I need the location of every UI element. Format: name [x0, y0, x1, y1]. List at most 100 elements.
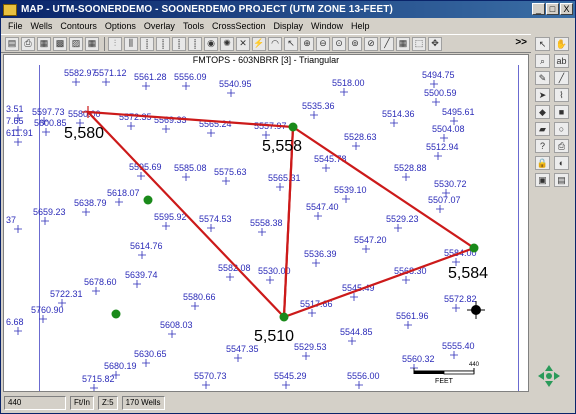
pointer-icon[interactable]: ↖ [284, 36, 298, 51]
well-marker-cross [266, 276, 274, 284]
toolbar-overflow-button[interactable]: >> [515, 37, 527, 48]
map-canvas[interactable]: FMTOPS - 603NBRR [3] - Triangular 5582.9… [3, 54, 529, 392]
lock-tool-icon[interactable]: 🔒 [535, 156, 550, 170]
palette-tool-icon[interactable]: ◐ [554, 156, 569, 170]
producing-well-marker[interactable] [111, 309, 121, 319]
menu-window[interactable]: Window [307, 21, 347, 31]
well-value: 5528.88 [394, 163, 427, 181]
well-value: 5555.40 [442, 341, 475, 359]
producing-well-marker[interactable] [288, 122, 298, 132]
pan-icon[interactable]: ✥ [428, 36, 442, 51]
section-icon[interactable]: ⫼ [124, 36, 138, 51]
status-bar: 440 Ft/In Z:5 170 Wells [1, 393, 575, 413]
minimize-button[interactable]: _ [532, 3, 545, 15]
line-tool-icon[interactable]: ╱ [554, 71, 569, 85]
svg-text:5565.31: 5565.31 [268, 173, 301, 183]
hand-tool-icon[interactable]: ✋ [554, 37, 569, 51]
svg-text:5600.85: 5600.85 [34, 118, 67, 128]
close-button[interactable]: X [560, 3, 573, 15]
well-marker-cross [14, 327, 22, 335]
square-tool-icon[interactable]: ■ [554, 105, 569, 119]
well-value: 5514.36 [382, 109, 415, 127]
grid-icon[interactable]: ▦ [85, 36, 99, 51]
menu-display[interactable]: Display [269, 21, 307, 31]
polyline-tool-icon[interactable]: ⌇ [554, 88, 569, 102]
layers-tool-icon[interactable]: ▤ [554, 173, 569, 187]
svg-text:5595.92: 5595.92 [154, 212, 187, 222]
well-value: 5512.94 [426, 142, 459, 160]
menu-overlay[interactable]: Overlay [140, 21, 179, 31]
zoom-previous-icon[interactable]: ⊘ [364, 36, 378, 51]
well-marker-cross [182, 82, 190, 90]
well-value: 5547.20 [354, 235, 387, 253]
well-a-icon[interactable]: ⸽ [140, 36, 154, 51]
well-marker-cross [282, 381, 290, 389]
well-marker-cross [82, 208, 90, 216]
pencil-tool-icon[interactable]: ✎ [535, 71, 550, 85]
svg-text:5518.00: 5518.00 [332, 78, 365, 88]
contour-value-label: 5,510 [254, 328, 294, 345]
status-well-count: 170 Wells [121, 396, 165, 410]
well-marker-cross [402, 173, 410, 181]
menu-file[interactable]: File [4, 21, 27, 31]
color-wheel-icon[interactable]: ✺ [220, 36, 234, 51]
scale-bar-value: 440 [469, 362, 480, 368]
well-marker-cross [207, 224, 215, 232]
print-icon[interactable]: ⎙ [21, 36, 35, 51]
map-svg[interactable]: 5582.975571.12 5561.28 5556.09 5540.95 5518.… [4, 55, 528, 391]
zoom-window-icon[interactable]: ⊙ [332, 36, 346, 51]
well-d-icon[interactable]: ⸽ [188, 36, 202, 51]
maximize-button[interactable]: □ [546, 3, 559, 15]
new-map-icon[interactable]: ▤ [5, 36, 19, 51]
producing-well-marker[interactable] [469, 243, 479, 253]
navigation-icon[interactable] [537, 364, 561, 388]
cd-icon[interactable]: ◉ [204, 36, 218, 51]
zoom-out-icon[interactable]: ⊖ [316, 36, 330, 51]
well-value: 5614.76 [130, 241, 163, 259]
well-value: 5495.61 [442, 107, 475, 125]
zoom-tool-icon[interactable]: ⌕ [535, 54, 550, 68]
status-units: Ft/In [70, 396, 95, 410]
menu-contours[interactable]: Contours [56, 21, 101, 31]
help-tool-icon[interactable]: ? [535, 139, 550, 153]
circle-tool-icon[interactable]: ○ [554, 122, 569, 136]
color-grid-icon[interactable]: ▩ [53, 36, 67, 51]
arrow-right-tool-icon[interactable]: ➤ [535, 88, 550, 102]
marker-tool-icon[interactable]: ◆ [535, 105, 550, 119]
well-value: 5507.07 [428, 195, 461, 213]
zoom-in-icon[interactable]: ⊕ [300, 36, 314, 51]
abc-tool-icon[interactable]: ab [554, 54, 569, 68]
select-box-icon[interactable]: ⬚ [412, 36, 426, 51]
menu-options[interactable]: Options [101, 21, 140, 31]
arrow-tool-icon[interactable]: ↖ [535, 37, 550, 51]
well-marker-cross [138, 251, 146, 259]
zoom-extents-icon[interactable]: ⊚ [348, 36, 362, 51]
fault-icon[interactable]: ⚡ [252, 36, 266, 51]
well-b-icon[interactable]: ⸽ [156, 36, 170, 51]
cross-tool-icon[interactable]: ✕ [236, 36, 250, 51]
producing-well-marker[interactable] [279, 312, 289, 322]
menu-help[interactable]: Help [347, 21, 374, 31]
fill-tool-icon[interactable]: ▰ [535, 122, 550, 136]
open-tool-icon[interactable]: ▣ [535, 173, 550, 187]
menu-wells[interactable]: Wells [27, 21, 57, 31]
status-coordinate: 440 [4, 396, 66, 410]
hatch-icon[interactable]: ▨ [69, 36, 83, 51]
svg-text:37: 37 [6, 215, 16, 225]
well-marker-cross [402, 276, 410, 284]
lasso-icon[interactable]: ◠ [268, 36, 282, 51]
svg-text:7.65: 7.65 [6, 116, 24, 126]
producing-well-marker[interactable] [143, 195, 153, 205]
well-log-icon[interactable]: ⫶ [108, 36, 122, 51]
well-value: 37 [6, 215, 22, 233]
ruler-icon[interactable]: ╱ [380, 36, 394, 51]
printer-tool-icon[interactable]: ⎙ [554, 139, 569, 153]
well-marker-cross [434, 152, 442, 160]
well-c-icon[interactable]: ⸽ [172, 36, 186, 51]
svg-text:5495.61: 5495.61 [442, 107, 475, 117]
menu-tools[interactable]: Tools [179, 21, 208, 31]
table-icon[interactable]: ▦ [396, 36, 410, 51]
menu-crosssection[interactable]: CrossSection [208, 21, 270, 31]
layers-icon[interactable]: ▦ [37, 36, 51, 51]
well-marker-cross [191, 302, 199, 310]
